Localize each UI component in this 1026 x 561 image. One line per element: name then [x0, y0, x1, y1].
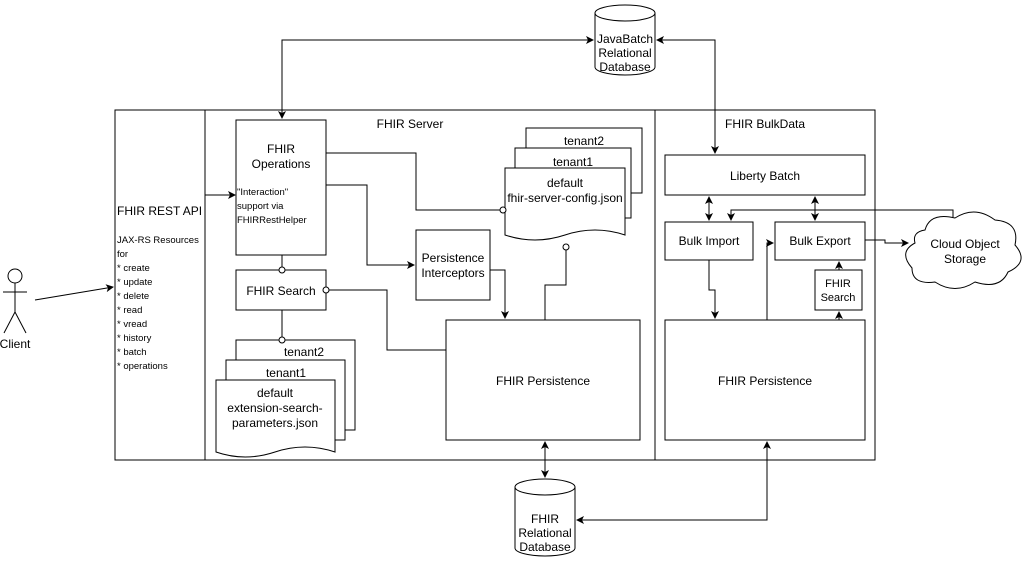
cloud-label: Cloud Object: [930, 237, 1000, 251]
javabatch-db-label: JavaBatch: [597, 32, 653, 46]
rest-api-line: * delete: [117, 291, 149, 302]
rest-api-line: for: [117, 249, 128, 260]
search-default: default: [257, 386, 294, 400]
rest-api-line: * history: [117, 333, 152, 344]
architecture-diagram: FHIR REST API JAX-RS Resources for * cre…: [0, 4, 1022, 557]
rest-api-line: * update: [117, 277, 152, 288]
bulk-search-label: Search: [821, 292, 856, 304]
rest-api-line: * vread: [117, 319, 147, 330]
client-actor-icon: [3, 268, 27, 334]
javabatch-database-icon: JavaBatch Relational Database: [594, 4, 656, 76]
operations-note: support via: [237, 201, 284, 212]
rest-api-line: * read: [117, 305, 142, 316]
bulkdata-title: FHIR BulkData: [725, 117, 805, 131]
liberty-batch-label: Liberty Batch: [730, 169, 800, 183]
bulk-persistence-label: FHIR Persistence: [718, 374, 812, 388]
search-parameter-documents: tenant2 tenant1 default extension-search…: [215, 339, 356, 458]
rest-api-line: * batch: [117, 347, 147, 358]
bulk-fhir-search-box: [814, 269, 863, 311]
fhir-search-label: FHIR Search: [246, 284, 315, 298]
cloud-label: Storage: [944, 252, 986, 266]
operations-title: FHIR: [267, 142, 295, 156]
search-tenant1: tenant1: [266, 366, 306, 380]
rest-api-line: * create: [117, 263, 150, 274]
connector: [278, 36, 594, 119]
config-tenant1: tenant1: [553, 155, 593, 169]
bulk-import-label: Bulk Import: [679, 234, 740, 248]
operations-note: "Interaction": [237, 187, 288, 198]
fhir-persistence-label: FHIR Persistence: [496, 374, 590, 388]
fhir-db-label: Database: [519, 540, 571, 554]
javabatch-db-label: Database: [599, 60, 651, 74]
persistence-interceptors-box: [415, 229, 491, 301]
javabatch-db-label: Relational: [598, 46, 651, 60]
fhir-db-label: Relational: [518, 526, 571, 540]
fhir-database-icon: FHIR Relational Database: [514, 478, 576, 557]
fhir-server-title: FHIR Server: [377, 117, 444, 131]
client-label: Client: [0, 337, 31, 351]
bulk-export-label: Bulk Export: [789, 234, 851, 248]
interceptors-label: Interceptors: [421, 266, 484, 280]
search-default-file: parameters.json: [232, 416, 318, 430]
bulk-search-label: FHIR: [825, 278, 851, 290]
rest-api-title: FHIR REST API: [117, 204, 202, 218]
rest-api-line: * operations: [117, 361, 168, 372]
config-tenant2: tenant2: [564, 134, 604, 148]
fhir-db-label: FHIR: [531, 512, 559, 526]
connector: [34, 284, 114, 301]
operations-note: FHIRRestHelper: [237, 215, 307, 226]
rest-api-line: JAX-RS Resources: [117, 235, 199, 246]
config-default-file: fhir-server-config.json: [507, 191, 622, 205]
config-default: default: [547, 176, 584, 190]
interceptors-label: Persistence: [422, 251, 485, 265]
operations-title: Operations: [252, 157, 311, 171]
search-tenant2: tenant2: [284, 345, 324, 359]
search-default-file: extension-search-: [227, 401, 322, 415]
config-documents: tenant2 tenant1 default fhir-server-conf…: [504, 127, 643, 241]
